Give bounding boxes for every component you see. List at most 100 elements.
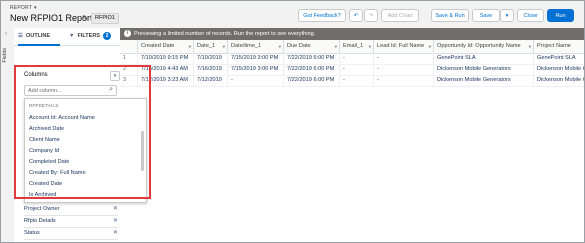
column-header[interactable]: Project Name xyxy=(534,40,584,53)
columns-heading: Columns xyxy=(24,72,48,78)
table-row[interactable]: 3 7/12/2019 3:23 AM 7/12/2019 - 7/22/201… xyxy=(120,75,584,87)
column-header-label: Email_1 xyxy=(343,43,364,49)
table-cell[interactable]: 7/15/2019 3:00 PM xyxy=(228,64,284,75)
column-header-label: Created Date xyxy=(141,43,175,49)
chevron-down-icon[interactable]: ▾ xyxy=(529,40,531,53)
table-cell[interactable]: - xyxy=(374,75,434,86)
dropdown-scrollbar[interactable] xyxy=(141,131,144,171)
field-label: Status xyxy=(24,230,40,236)
report-type-label[interactable]: REPORT ▾ xyxy=(10,5,37,11)
report-type-badge: RFPIO1 xyxy=(91,13,119,24)
column-option[interactable]: Is Archived xyxy=(29,192,56,198)
chevron-down-icon[interactable]: ▾ xyxy=(223,40,225,53)
column-header-label: Date_1 xyxy=(197,43,216,49)
column-header[interactable]: Email_1 ▾ xyxy=(340,40,374,53)
column-header[interactable]: Due Date ▾ xyxy=(284,40,340,53)
column-option[interactable]: Company Id xyxy=(29,148,59,154)
chevron-down-icon[interactable]: ▾ xyxy=(429,40,431,53)
save-and-run-button[interactable]: Save & Run xyxy=(431,9,469,22)
tab-outline-label: OUTLINE xyxy=(25,33,51,39)
row-number-header xyxy=(120,40,138,53)
table-cell[interactable]: - xyxy=(340,53,374,64)
add-chart-button[interactable]: Add Chart xyxy=(381,9,419,22)
selected-field-item[interactable]: Project Owner ✕ xyxy=(24,204,118,216)
column-header[interactable]: Lead Id: Full Name ▾ xyxy=(374,40,434,53)
panel-tabs: ☰ OUTLINE ▼ FILTERS 2 xyxy=(14,28,120,46)
chevron-down-icon[interactable]: ▾ xyxy=(189,40,191,53)
preview-notice: i Previewing a limited number of records.… xyxy=(120,28,584,40)
column-option[interactable]: Created Date xyxy=(29,181,62,187)
table-cell[interactable]: 7/12/2019 3:23 AM xyxy=(138,75,194,86)
got-feedback-button[interactable]: Got Feedback? xyxy=(298,9,346,22)
table-cell[interactable]: 7/22/2019 6:00 PM xyxy=(284,64,340,75)
table-cell[interactable]: Dickenson Mobile Generators xyxy=(434,75,534,86)
search-icon: ⌕ xyxy=(109,86,113,93)
column-header[interactable]: Date/time_1 ▾ xyxy=(228,40,284,53)
remove-icon[interactable]: ✕ xyxy=(113,216,118,227)
column-header[interactable]: Opportunity Id: Opportunity Name ▾ xyxy=(434,40,534,53)
report-type-text: REPORT xyxy=(10,5,32,11)
column-option[interactable]: Archived Date xyxy=(29,126,64,132)
remove-icon[interactable]: ✕ xyxy=(113,228,118,239)
run-button[interactable]: Run xyxy=(547,9,574,22)
chevron-down-icon[interactable]: ▾ xyxy=(279,40,281,53)
selected-field-item[interactable]: Status ✕ xyxy=(24,228,118,240)
chevron-down-icon[interactable]: ▾ xyxy=(335,40,337,53)
row-number: 3 xyxy=(120,75,138,86)
column-option[interactable]: Created By: Full Name xyxy=(29,170,86,176)
column-option[interactable]: Client Name xyxy=(29,137,60,143)
table-cell[interactable]: Dickenson Mobile Generators xyxy=(534,75,584,86)
table-cell[interactable]: 7/15/2019 3:00 PM xyxy=(228,53,284,64)
column-header-label: Due Date xyxy=(287,43,311,49)
table-cell[interactable]: 7/15/2019 4:43 AM xyxy=(138,64,194,75)
column-picker-dropdown: RFPDETAILS Account Id: Account Name Arch… xyxy=(24,98,147,203)
tab-filters-label: FILTERS xyxy=(77,33,100,39)
column-option[interactable]: Completed Date xyxy=(29,159,69,165)
table-cell[interactable]: 7/12/2019 xyxy=(194,75,228,86)
info-icon: i xyxy=(124,30,131,38)
table-cell[interactable]: Dickenson Mobile Generators xyxy=(434,64,534,75)
table-cell[interactable]: Dickenson Mobile Generators xyxy=(534,64,584,75)
table-cell[interactable]: - xyxy=(374,53,434,64)
column-header[interactable]: Created Date ▾ xyxy=(138,40,194,53)
column-header[interactable]: Date_1 ▾ xyxy=(194,40,228,53)
table-cell[interactable]: 7/22/2019 6:00 PM xyxy=(284,75,340,86)
remove-icon[interactable]: ✕ xyxy=(113,204,118,215)
table-cell[interactable]: GenePoint SLA xyxy=(434,53,534,64)
table-cell[interactable]: 7/16/2019 xyxy=(194,64,228,75)
chevron-down-icon: ▾ xyxy=(33,5,37,11)
row-number: 1 xyxy=(120,53,138,64)
tab-filters[interactable]: ▼ FILTERS 2 xyxy=(69,28,117,44)
report-header: REPORT ▾ New RFPIO1 Report ✎ RFPIO1 Got F… xyxy=(1,1,584,29)
undo-icon[interactable]: ↶ xyxy=(349,9,363,22)
row-number: 2 xyxy=(120,64,138,75)
table-cell[interactable]: 7/10/2019 9:15 PM xyxy=(138,53,194,64)
selected-field-item[interactable]: Rfpio Details ✕ xyxy=(24,216,118,228)
add-column-input[interactable] xyxy=(28,87,103,95)
column-header-label: Lead Id: Full Name xyxy=(377,43,425,49)
add-column-search[interactable]: ⌕ xyxy=(24,85,117,96)
save-button[interactable]: Save xyxy=(472,9,500,22)
fields-rail[interactable]: › Fields xyxy=(1,28,15,242)
expand-fields-icon[interactable]: › xyxy=(5,31,7,37)
chevron-down-icon[interactable]: ▾ xyxy=(369,40,371,53)
table-cell[interactable]: - xyxy=(228,75,284,86)
tab-outline[interactable]: ☰ OUTLINE xyxy=(18,28,60,46)
table-cell[interactable]: GenePoint SLA xyxy=(534,53,584,64)
table-cell[interactable]: - xyxy=(340,64,374,75)
table-cell[interactable]: - xyxy=(340,75,374,86)
save-menu-chevron-icon[interactable]: ▾ xyxy=(500,9,514,22)
table-cell[interactable]: 7/22/2019 6:00 PM xyxy=(284,53,340,64)
edit-pencil-icon[interactable]: ✎ xyxy=(82,14,88,22)
columns-menu-chevron-icon[interactable]: ▾ xyxy=(110,71,120,81)
filter-icon: ▼ xyxy=(69,33,75,39)
column-header-label: Date/time_1 xyxy=(231,43,262,49)
column-header-label: Opportunity Id: Opportunity Name xyxy=(437,43,521,49)
grid-header-row: Created Date ▾ Date_1 ▾ Date/time_1 ▾ Due D… xyxy=(120,40,584,54)
table-cell[interactable]: 7/10/2019 xyxy=(194,53,228,64)
column-option[interactable]: Account Id: Account Name xyxy=(29,115,95,121)
close-button[interactable]: Close xyxy=(517,9,544,22)
table-cell[interactable]: - xyxy=(374,64,434,75)
redo-icon[interactable]: ↷ xyxy=(364,9,378,22)
report-builder-window: REPORT ▾ New RFPIO1 Report ✎ RFPIO1 Got F… xyxy=(0,0,585,243)
